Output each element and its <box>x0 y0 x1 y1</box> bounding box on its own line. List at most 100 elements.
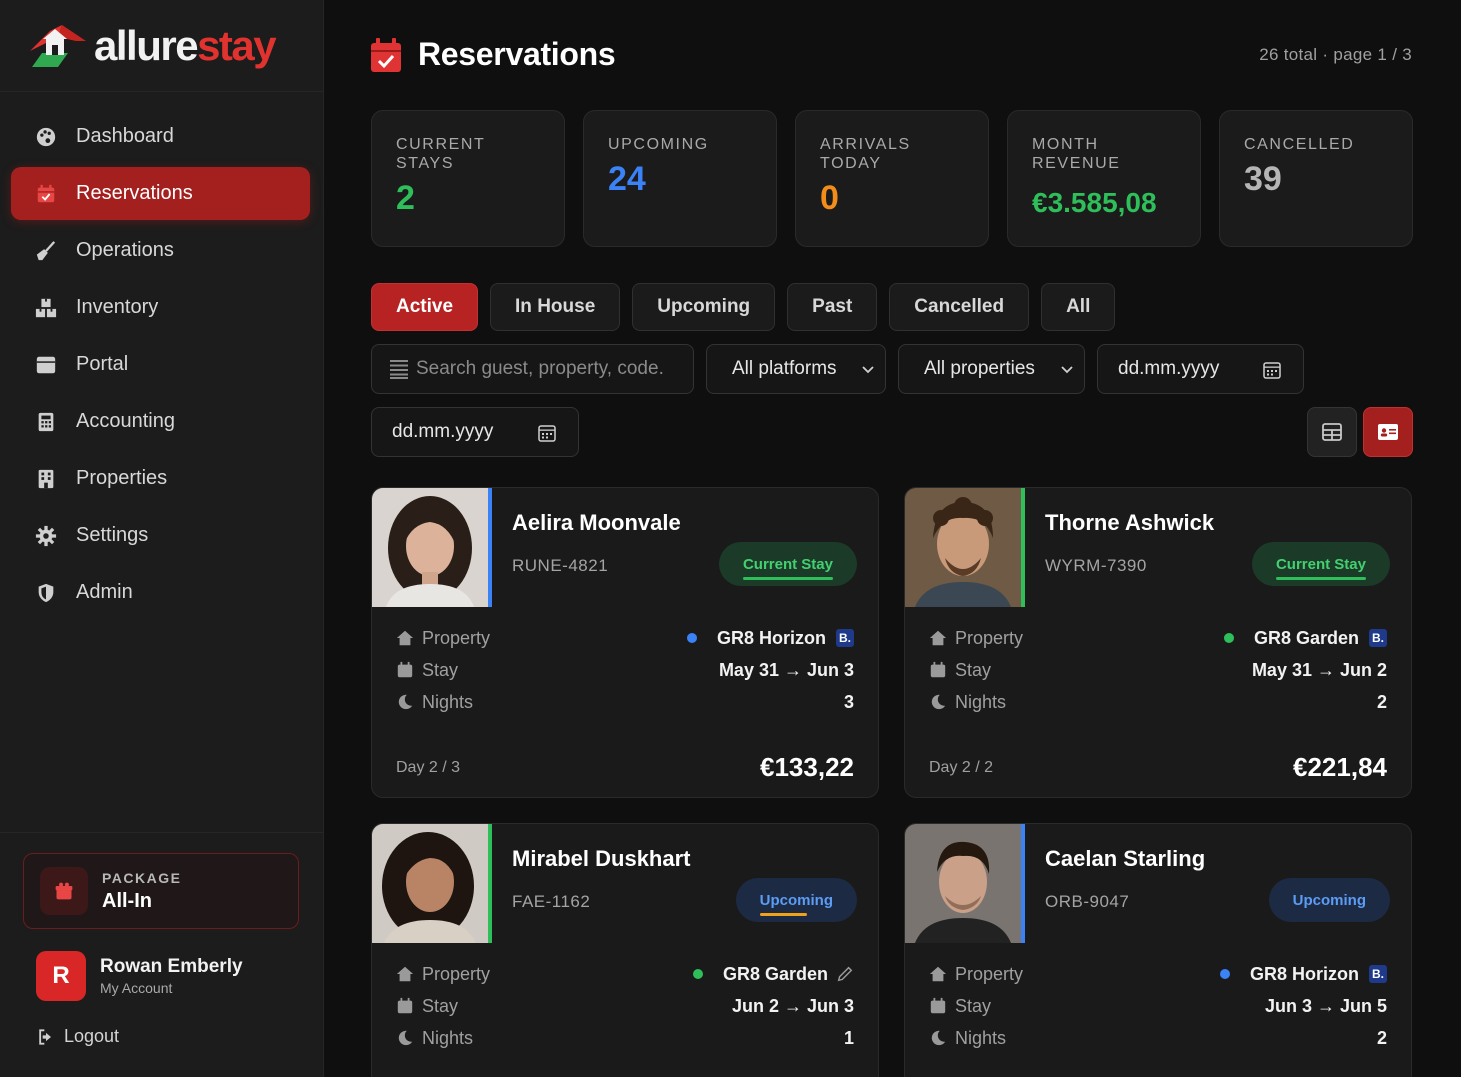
stat-label: CURRENT STAYS <box>396 136 486 172</box>
logout-link[interactable]: Logout <box>36 1026 119 1047</box>
date-to-value: dd.mm.yyyy <box>392 421 494 442</box>
calendar-icon <box>397 997 413 1014</box>
nights-count: 2 <box>1376 1027 1387 1048</box>
palette-icon <box>33 124 59 150</box>
table-view-button[interactable] <box>1307 407 1357 457</box>
reservation-card[interactable]: Thorne Ashwick WYRM-7390 Current Stay Pr… <box>904 487 1412 798</box>
property-dot <box>1219 969 1230 979</box>
sidebar-item-reservations[interactable]: Reservations <box>11 167 310 220</box>
status-underline <box>742 577 833 580</box>
calendar-icon[interactable] <box>538 424 556 442</box>
date-from-value: dd.mm.yyyy <box>1118 358 1220 379</box>
list-icon <box>390 360 408 379</box>
status-badge: Upcoming <box>1268 878 1390 922</box>
property-name: GR8 Garden <box>722 963 828 984</box>
row-label: Nights <box>955 1027 1007 1048</box>
sidebar-item-properties[interactable]: Properties <box>11 452 310 505</box>
calculator-icon <box>33 409 59 435</box>
gear-icon <box>33 523 59 549</box>
guest-name: Thorne Ashwick <box>1045 510 1215 535</box>
tab-in-house[interactable]: In House <box>490 283 621 331</box>
platform-select-value: All platforms <box>732 358 837 379</box>
sidebar-item-portal[interactable]: Portal <box>11 338 310 391</box>
home-icon <box>929 966 947 982</box>
nights-count: 3 <box>843 691 854 712</box>
sidebar-item-settings[interactable]: Settings <box>11 509 310 562</box>
logout-icon <box>39 1028 51 1045</box>
sidebar-item-label: Portal <box>76 353 129 375</box>
property-row: Property GR8 Horizon B. <box>929 962 1387 986</box>
row-label: Property <box>955 627 1024 648</box>
date-from-input[interactable]: dd.mm.yyyy <box>1097 344 1304 394</box>
row-label: Property <box>955 963 1024 984</box>
package-value: All-In <box>102 889 152 912</box>
tab-past[interactable]: Past <box>787 283 878 331</box>
brand-logo[interactable]: allurestay <box>0 0 323 92</box>
user-subtitle: My Account <box>100 980 173 996</box>
tab-cancelled[interactable]: Cancelled <box>889 283 1030 331</box>
sidebar-item-admin[interactable]: Admin <box>11 566 310 619</box>
property-name: GR8 Garden <box>1253 627 1359 648</box>
main-content: Reservations 26 total · page 1 / 3 CURRE… <box>324 0 1461 1077</box>
property-row: Property GR8 Horizon B. <box>396 626 854 650</box>
sidebar-item-operations[interactable]: Operations <box>11 224 310 277</box>
property-dot <box>1223 633 1234 643</box>
reservation-card[interactable]: Aelira Moonvale RUNE-4821 Current Stay P… <box>371 487 879 798</box>
stat-label: CANCELLED <box>1244 136 1355 153</box>
card-view-button[interactable] <box>1363 407 1413 457</box>
reservation-card[interactable]: Mirabel Duskhart FAE-1162 Upcoming Prope… <box>371 823 879 1077</box>
sidebar-footer: PACKAGE All-In R Rowan Emberly My Accoun… <box>0 832 323 1077</box>
stay-progress: Day 2 / 2 <box>929 758 994 776</box>
status-badge: Current Stay <box>718 542 857 586</box>
property-dot <box>692 969 703 979</box>
tab-all[interactable]: All <box>1041 283 1116 331</box>
nights-row: Nights 1 <box>396 1026 854 1050</box>
reservation-card[interactable]: Caelan Starling ORB-9047 Upcoming Proper… <box>904 823 1412 1077</box>
guest-name: Mirabel Duskhart <box>512 846 691 871</box>
stat-value: 0 <box>820 179 839 217</box>
price: €133,22 <box>760 752 854 782</box>
stay-dates: May 31 → Jun 2 <box>1251 659 1387 680</box>
property-name: GR8 Horizon <box>716 627 826 648</box>
sidebar-item-label: Settings <box>76 524 149 546</box>
booking-code: ORB-9047 <box>1045 892 1130 911</box>
stat-value: 2 <box>396 179 415 217</box>
row-label: Stay <box>422 995 459 1016</box>
sidebar-item-label: Inventory <box>76 296 159 318</box>
user-account[interactable]: R Rowan Emberly My Account <box>36 951 243 1001</box>
package-card[interactable]: PACKAGE All-In <box>23 853 299 929</box>
calendar-icon <box>397 661 413 678</box>
tab-active[interactable]: Active <box>371 283 479 331</box>
row-label: Stay <box>422 659 459 680</box>
property-row: Property GR8 Garden B. <box>929 626 1387 650</box>
sidebar-item-accounting[interactable]: Accounting <box>11 395 310 448</box>
pencil-icon[interactable] <box>836 965 854 983</box>
sidebar-item-inventory[interactable]: Inventory <box>11 281 310 334</box>
platform-select[interactable]: All platforms <box>706 344 886 394</box>
window-icon <box>33 352 59 378</box>
sidebar-item-label: Dashboard <box>76 125 174 147</box>
row-label: Property <box>422 963 491 984</box>
property-color-bar <box>1021 488 1025 607</box>
property-name: GR8 Horizon <box>1249 963 1359 984</box>
booking-code: WYRM-7390 <box>1045 556 1147 575</box>
nights-row: Nights 3 <box>396 690 854 714</box>
tab-upcoming[interactable]: Upcoming <box>632 283 776 331</box>
search-input[interactable]: Search guest, property, code. <box>371 344 694 394</box>
property-select[interactable]: All properties <box>898 344 1085 394</box>
card-footer: Day 2 / 2 €221,84 <box>929 752 1387 783</box>
stay-row: Stay Jun 3 → Jun 5 <box>929 994 1387 1018</box>
sidebar-item-dashboard[interactable]: Dashboard <box>11 110 310 163</box>
row-label: Stay <box>955 995 992 1016</box>
date-to-input[interactable]: dd.mm.yyyy <box>371 407 579 457</box>
calendar-icon[interactable] <box>1263 361 1281 379</box>
status-filter-tabs: Active In House Upcoming Past Cancelled … <box>371 283 1116 331</box>
boxes-icon <box>33 295 59 321</box>
booking-com-icon: B. <box>1369 965 1387 983</box>
page-header: Reservations <box>370 36 616 73</box>
stat-value: 24 <box>608 160 646 198</box>
moon-icon <box>398 1030 413 1046</box>
nights-row: Nights 2 <box>929 690 1387 714</box>
calendar-check-icon <box>33 181 59 207</box>
status-label: Current Stay <box>742 555 833 573</box>
